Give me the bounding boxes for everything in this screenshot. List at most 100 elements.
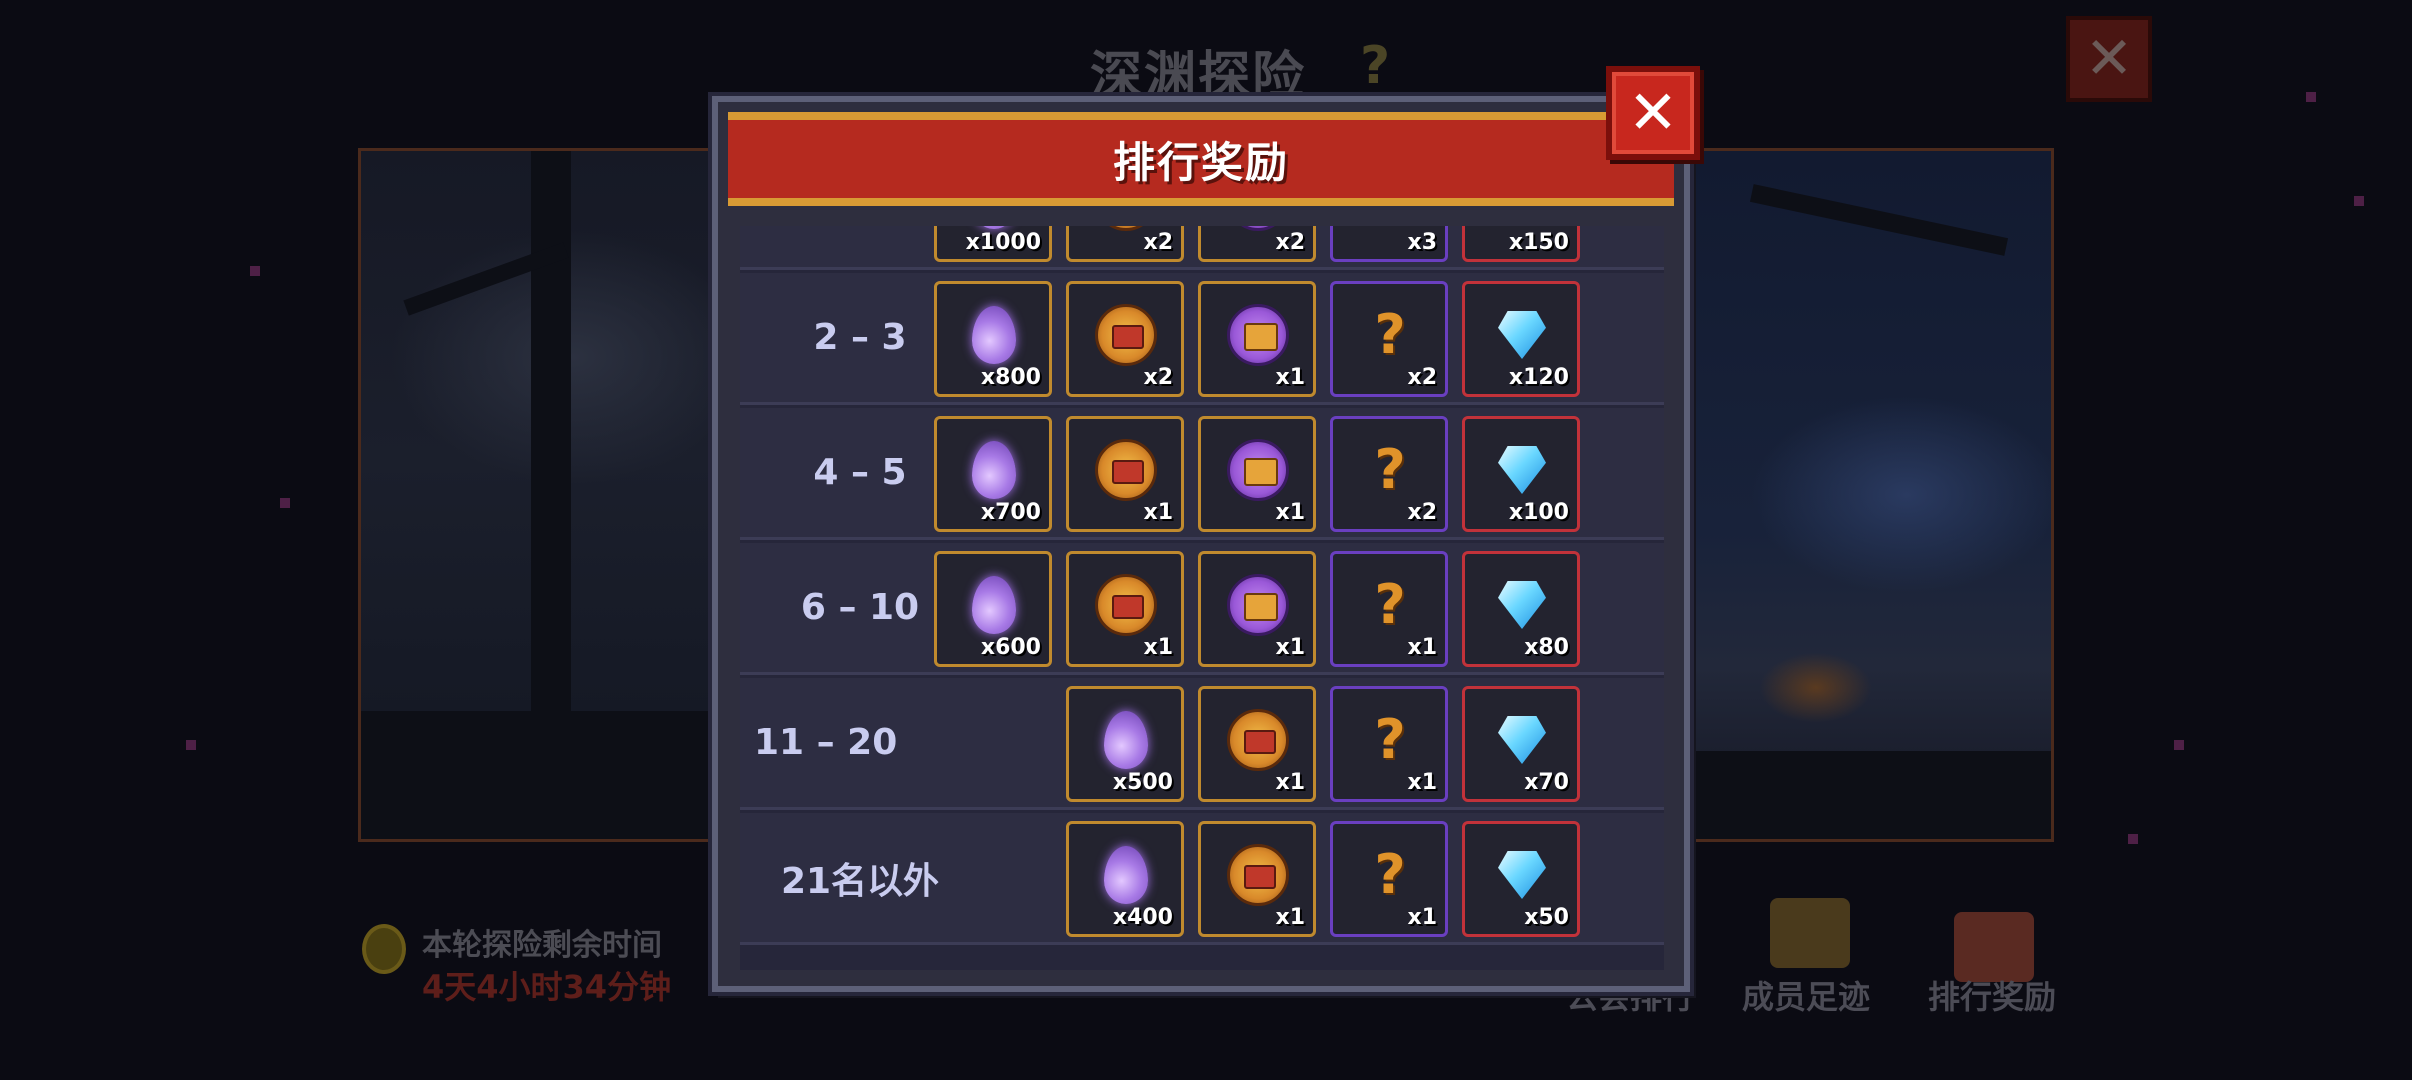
purple-chest-coin-icon-shape	[1227, 304, 1289, 366]
soul-flame-icon	[1095, 844, 1157, 906]
reward-quantity: x100	[1508, 500, 1569, 525]
reward-item[interactable]: x100	[1462, 416, 1580, 532]
golden-hook-icon: ?	[1359, 439, 1421, 501]
reward-quantity: x1	[1143, 500, 1174, 525]
reward-item[interactable]: x1	[1066, 551, 1184, 667]
reward-item[interactable]: x2	[1066, 281, 1184, 397]
reward-item[interactable]: ? x1	[1330, 821, 1448, 937]
gold-chest-coin-icon-shape	[1095, 574, 1157, 636]
reward-item[interactable]: ?x3	[1330, 226, 1448, 262]
reward-quantity: x1	[1407, 905, 1438, 930]
sparkle	[280, 498, 290, 508]
reward-item[interactable]: x700	[934, 416, 1052, 532]
reward-item[interactable]: x1	[1198, 416, 1316, 532]
gold-chest-coin-icon-shape	[1227, 709, 1289, 771]
reward-item[interactable]: ? x1	[1330, 551, 1448, 667]
soul-flame-icon	[1095, 709, 1157, 771]
reward-quantity: x80	[1524, 635, 1569, 660]
purple-chest-coin-icon-shape	[1227, 574, 1289, 636]
reward-item[interactable]: x1	[1198, 281, 1316, 397]
reward-quantity: x500	[1112, 770, 1173, 795]
reward-item[interactable]: x1	[1198, 551, 1316, 667]
sparkle	[2128, 834, 2138, 844]
reward-quantity: x2	[1143, 230, 1174, 255]
reward-item[interactable]: x2	[1066, 226, 1184, 262]
gold-chest-coin-icon	[1095, 439, 1157, 501]
reward-item[interactable]: x120	[1462, 281, 1580, 397]
reward-quantity: x3	[1407, 230, 1438, 255]
reward-item[interactable]: x1	[1198, 686, 1316, 802]
soul-flame-icon	[963, 574, 1025, 636]
close-button[interactable]: ✕	[1606, 66, 1700, 160]
reward-item[interactable]: x2	[1198, 226, 1316, 262]
scene-panel-right	[1686, 148, 2054, 842]
gold-chest-coin-icon-shape	[1227, 844, 1289, 906]
golden-hook-icon: ?	[1359, 844, 1421, 906]
reward-quantity: x1	[1275, 500, 1306, 525]
soul-flame-icon-shape	[972, 226, 1016, 229]
reward-item[interactable]: x150	[1462, 226, 1580, 262]
golden-hook-icon-shape: ?	[1374, 438, 1406, 501]
gold-chest-coin-icon	[1227, 709, 1289, 771]
reward-item[interactable]: ? x2	[1330, 416, 1448, 532]
soul-flame-icon-shape	[972, 576, 1016, 634]
golden-hook-icon-shape: ?	[1374, 843, 1406, 906]
purple-chest-coin-icon	[1227, 439, 1289, 501]
gold-chest-coin-icon	[1095, 304, 1157, 366]
golden-hook-icon-shape: ?	[1374, 708, 1406, 771]
page-close-button[interactable]: ✕	[2066, 16, 2152, 102]
nav-member-footprint[interactable]: 成员足迹	[1742, 972, 1870, 1018]
sparkle	[2354, 196, 2364, 206]
reward-quantity: x50	[1524, 905, 1569, 930]
help-icon[interactable]: ?	[1360, 36, 1390, 96]
reward-item[interactable]: x800	[934, 281, 1052, 397]
reward-quantity: x800	[980, 365, 1041, 390]
reward-quantity: x1	[1275, 635, 1306, 660]
reward-item[interactable]: x1000	[934, 226, 1052, 262]
nav-rank-reward[interactable]: 排行奖励	[1928, 972, 2056, 1018]
branch	[1749, 184, 2009, 256]
blue-gem-icon-shape	[1498, 311, 1546, 359]
stopwatch-icon	[362, 924, 406, 974]
reward-item[interactable]: ? x2	[1330, 281, 1448, 397]
soul-flame-icon-shape	[1104, 711, 1148, 769]
gold-chest-coin-icon-shape	[1095, 304, 1157, 366]
reward-quantity: x1	[1275, 770, 1306, 795]
reward-item[interactable]: x80	[1462, 551, 1580, 667]
timer-value: 4天4小时34分钟	[422, 968, 672, 1006]
reward-quantity: x2	[1275, 230, 1306, 255]
reward-item[interactable]: ? x1	[1330, 686, 1448, 802]
reward-row: 6 – 10 x600 x1 x1? x1 x80	[740, 543, 1664, 675]
reward-row: 21名以外 x400 x1? x1 x50	[740, 813, 1664, 945]
blue-gem-icon	[1491, 844, 1553, 906]
reward-table[interactable]: 1x1000x2x2?x3x1502 – 3x800x2x1?x2x1204 –…	[740, 226, 1664, 970]
reward-row: 4 – 5 x700 x1 x1? x2 x100	[740, 408, 1664, 540]
reward-item[interactable]: x1	[1198, 821, 1316, 937]
reward-item[interactable]: x50	[1462, 821, 1580, 937]
reward-quantity: x1	[1275, 905, 1306, 930]
reward-quantity: x70	[1524, 770, 1569, 795]
blue-gem-icon-shape	[1498, 446, 1546, 494]
dialog-title: 排行奖励	[1112, 137, 1289, 187]
soul-flame-icon-shape	[972, 441, 1016, 499]
soul-flame-icon	[963, 304, 1025, 366]
purple-chest-coin-icon	[1227, 574, 1289, 636]
reward-quantity: x1	[1275, 365, 1306, 390]
soul-flame-icon-shape	[1104, 846, 1148, 904]
reward-item[interactable]: x400	[1066, 821, 1184, 937]
reward-item[interactable]: x600	[934, 551, 1052, 667]
reward-quantity: x120	[1508, 365, 1569, 390]
reward-item[interactable]: x1	[1066, 416, 1184, 532]
reward-quantity: x150	[1508, 230, 1569, 255]
blue-gem-icon-shape	[1498, 716, 1546, 764]
dialog-header: 排行奖励	[728, 112, 1674, 206]
reward-item[interactable]: x500	[1066, 686, 1184, 802]
reward-quantity: x400	[1112, 905, 1173, 930]
reward-quantity: x1000	[965, 230, 1041, 255]
golden-hook-icon-shape: ?	[1374, 303, 1406, 366]
soul-flame-icon-shape	[972, 306, 1016, 364]
reward-item[interactable]: x70	[1462, 686, 1580, 802]
blue-gem-icon-shape	[1498, 581, 1546, 629]
blue-gem-icon-shape	[1498, 851, 1546, 899]
scene-panel-left	[358, 148, 718, 842]
